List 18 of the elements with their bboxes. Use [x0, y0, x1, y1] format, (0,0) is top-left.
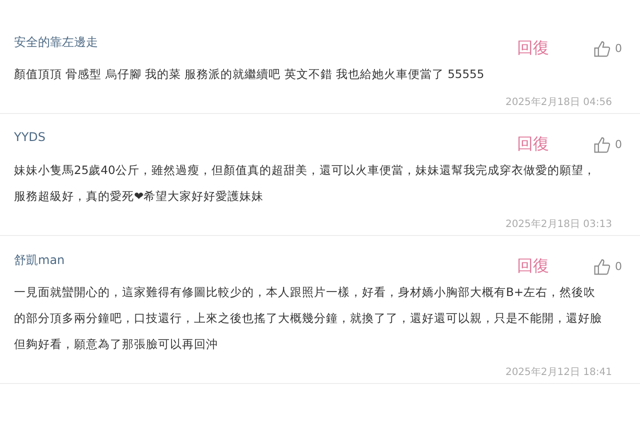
comment-time: 2025年2月18日 04:56 [505, 96, 612, 109]
comment-text: 妹妹小隻馬25歲40公斤，雖然過瘦，但顏值真的超甜美，還可以火車便當，妹妹還幫我完成穿衣做愛的願望，服務超級好，真的愛死❤希望大家好好愛護妹妹 [14, 162, 596, 205]
comment-author: 安全的靠左邊走 [14, 34, 98, 51]
like-count: 0 [615, 42, 622, 55]
comment-time: 2025年2月18日 03:13 [505, 218, 612, 231]
reply-link[interactable]: 回復 [517, 256, 549, 277]
comment-text: 顏值頂頂 骨感型 烏仔腳 我的菜 服務派的就繼續吧 英文不錯 我也給她火車便當了 55555 [14, 66, 486, 83]
comment-text: 一見面就蠻開心的，這家難得有修圖比較少的，本人跟照片一樣，好看，身材嬌小胸部大概有B+左右，然後吹的部分頂多兩分鐘吧，口技還行，上來之後也搖了大概幾分鐘，就換了了，還好還可以親，只是不能開，還好臉但夠好看，願意為了那張臉可以再回沖 [14, 284, 603, 353]
comment-author: YYDS [14, 130, 46, 144]
thumbs-up-icon[interactable] [593, 258, 611, 276]
reply-link[interactable]: 回復 [517, 134, 549, 155]
comment-time: 2025年2月12日 18:41 [505, 366, 612, 379]
reply-link[interactable]: 回復 [517, 38, 549, 59]
thumbs-up-icon[interactable] [593, 136, 611, 154]
comment-author: 舒凱man [14, 252, 65, 269]
like-count: 0 [615, 260, 622, 273]
like-count: 0 [615, 138, 622, 151]
thumbs-up-icon[interactable] [593, 40, 611, 58]
